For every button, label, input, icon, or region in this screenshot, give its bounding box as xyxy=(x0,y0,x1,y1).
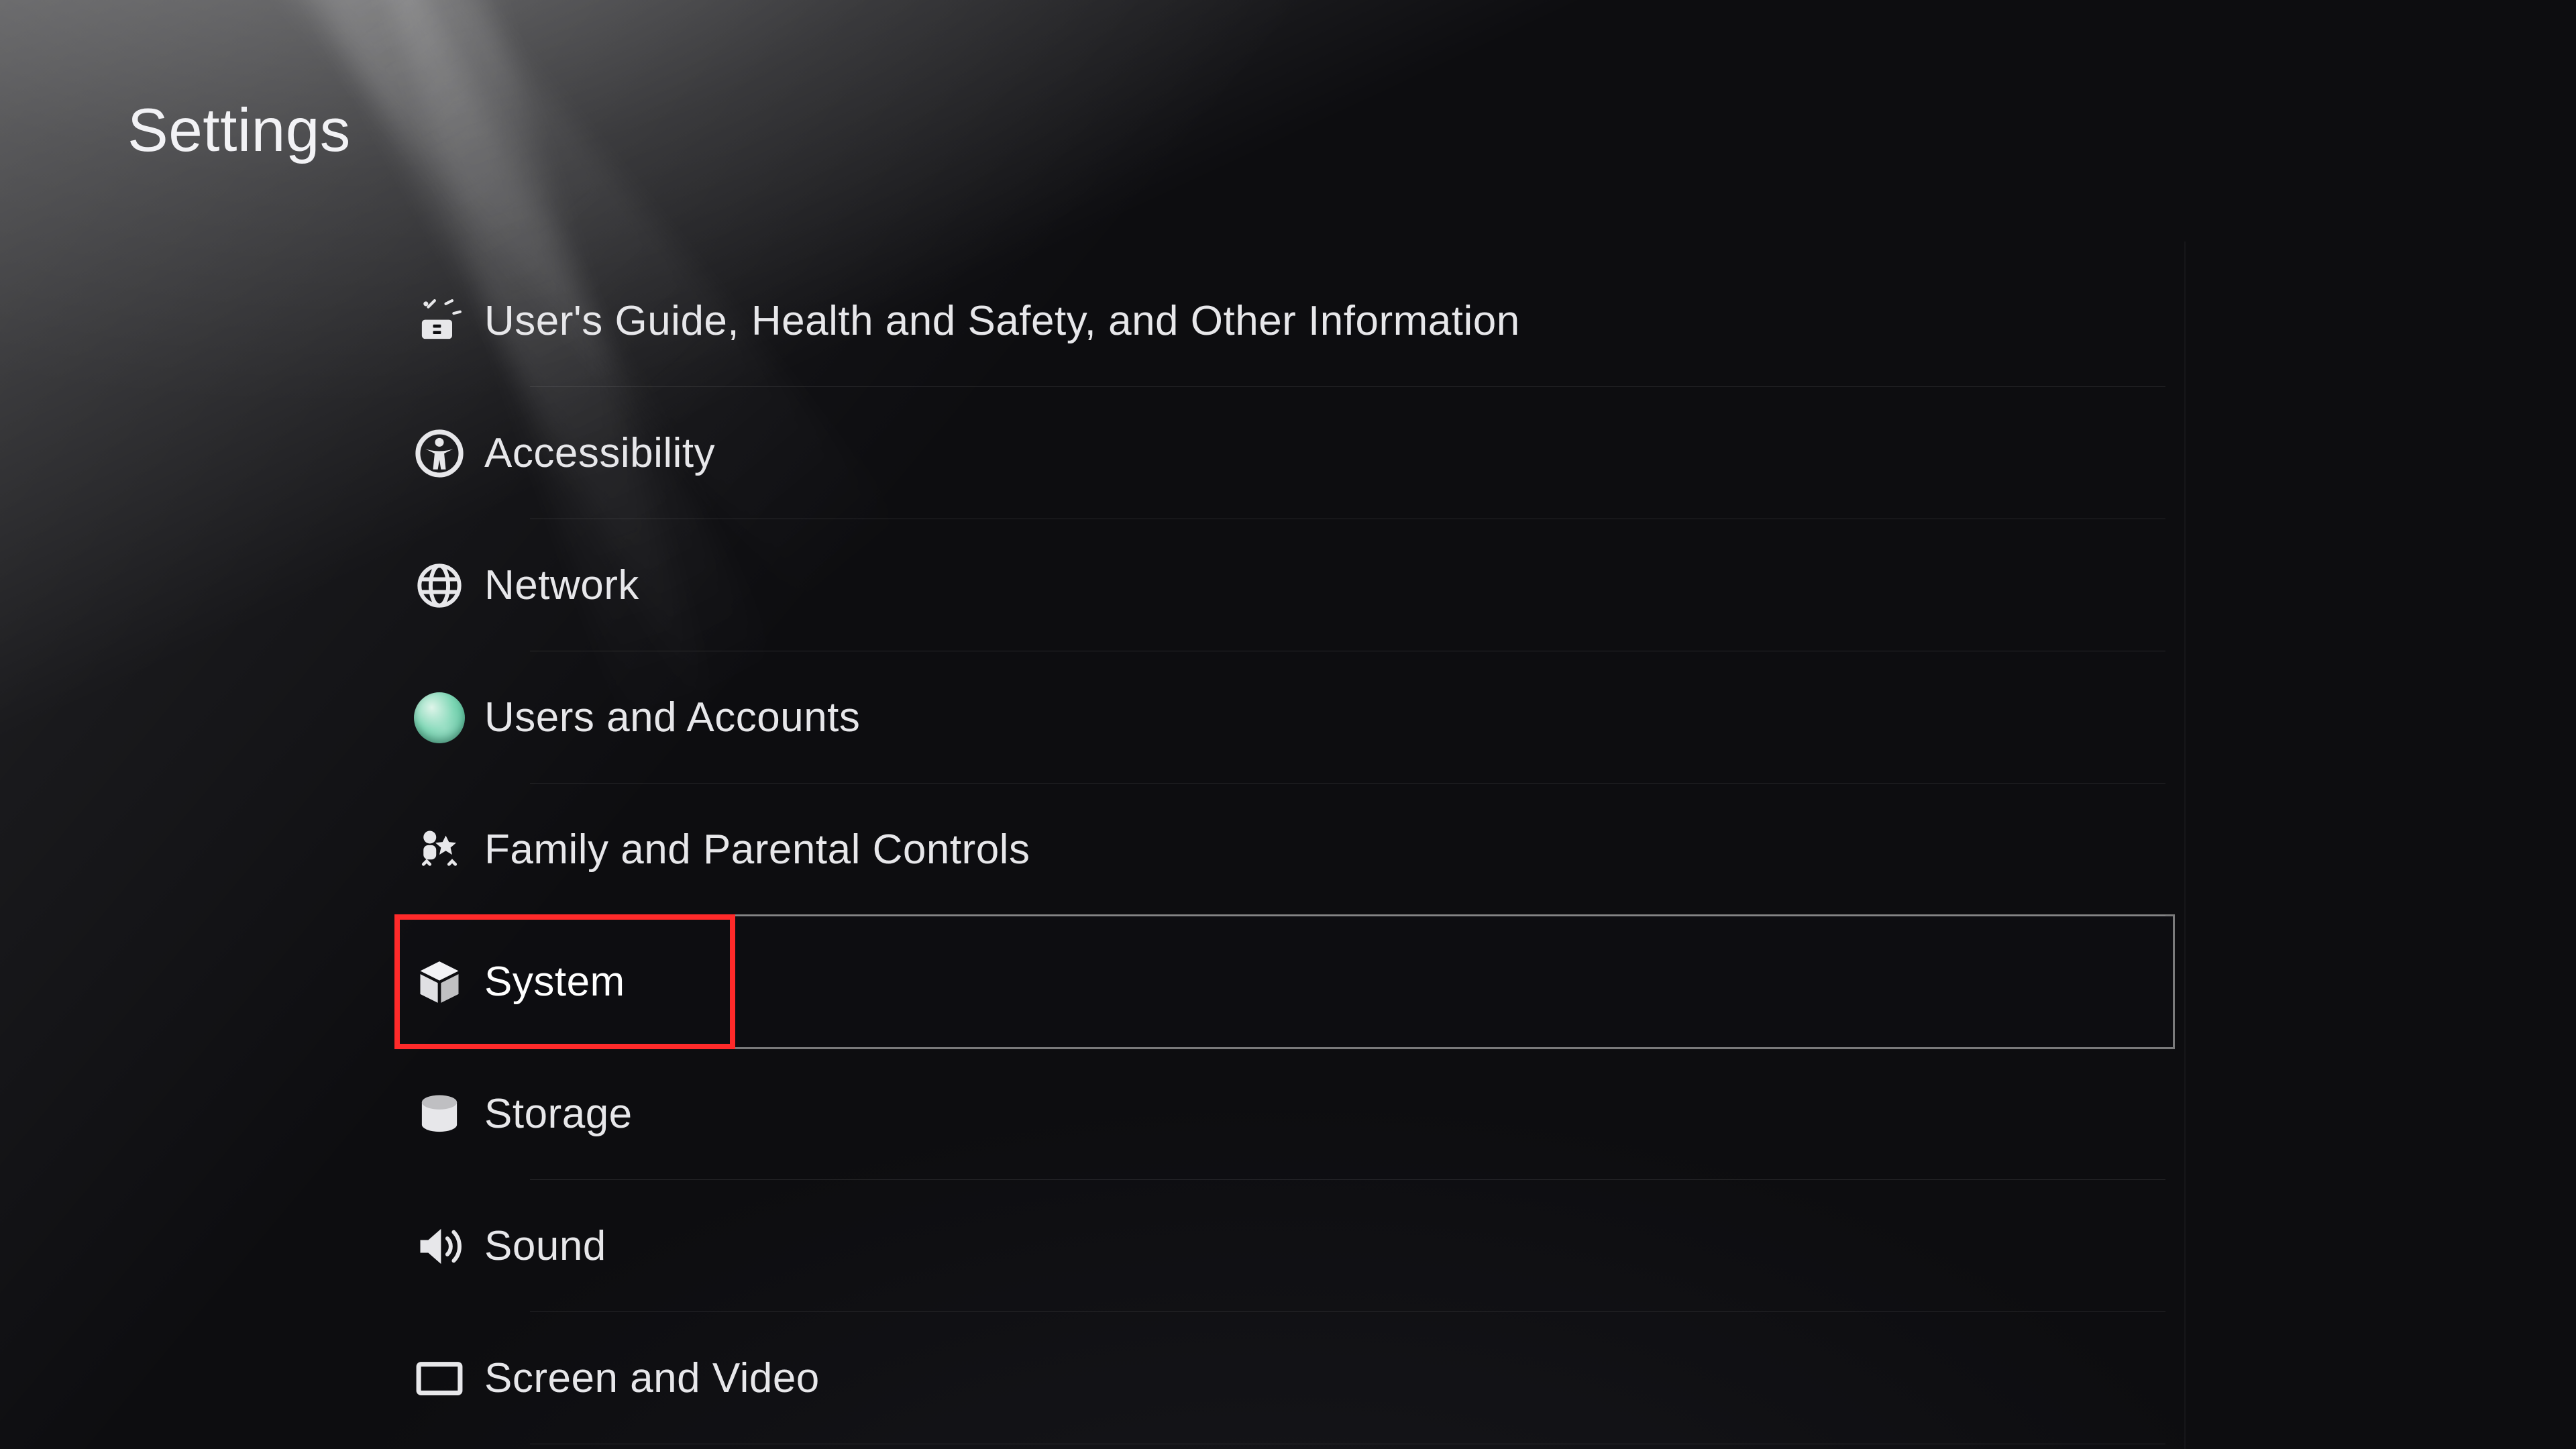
avatar-icon xyxy=(396,692,483,743)
storage-icon xyxy=(396,1089,483,1140)
content-right-edge xyxy=(2184,241,2186,1449)
menu-item-label: Storage xyxy=(483,1090,633,1138)
menu-item-label: Sound xyxy=(483,1222,606,1270)
settings-menu: User's Guide, Health and Safety, and Oth… xyxy=(396,255,2174,1444)
menu-item-users-guide[interactable]: User's Guide, Health and Safety, and Oth… xyxy=(396,255,2174,387)
menu-item-label: Network xyxy=(483,561,639,609)
speaker-icon xyxy=(396,1221,483,1272)
menu-item-screen-video[interactable]: Screen and Video xyxy=(396,1312,2174,1444)
globe-icon xyxy=(396,560,483,611)
menu-item-label: Family and Parental Controls xyxy=(483,826,1030,873)
menu-item-family-parental[interactable]: Family and Parental Controls xyxy=(396,784,2174,916)
page-title: Settings xyxy=(127,96,351,166)
cube-icon xyxy=(396,957,483,1008)
menu-item-label: System xyxy=(483,958,625,1006)
info-kit-icon xyxy=(396,296,483,347)
family-icon xyxy=(396,824,483,875)
menu-item-storage[interactable]: Storage xyxy=(396,1048,2174,1180)
menu-item-users-accounts[interactable]: Users and Accounts xyxy=(396,651,2174,784)
accessibility-icon xyxy=(396,428,483,479)
menu-item-label: Users and Accounts xyxy=(483,694,860,741)
menu-item-label: User's Guide, Health and Safety, and Oth… xyxy=(483,297,1520,345)
menu-item-network[interactable]: Network xyxy=(396,519,2174,651)
menu-item-label: Screen and Video xyxy=(483,1354,820,1402)
menu-item-label: Accessibility xyxy=(483,429,715,477)
menu-item-accessibility[interactable]: Accessibility xyxy=(396,387,2174,519)
menu-item-sound[interactable]: Sound xyxy=(396,1180,2174,1312)
screen-icon xyxy=(396,1353,483,1404)
menu-item-system[interactable]: System xyxy=(396,916,2174,1048)
